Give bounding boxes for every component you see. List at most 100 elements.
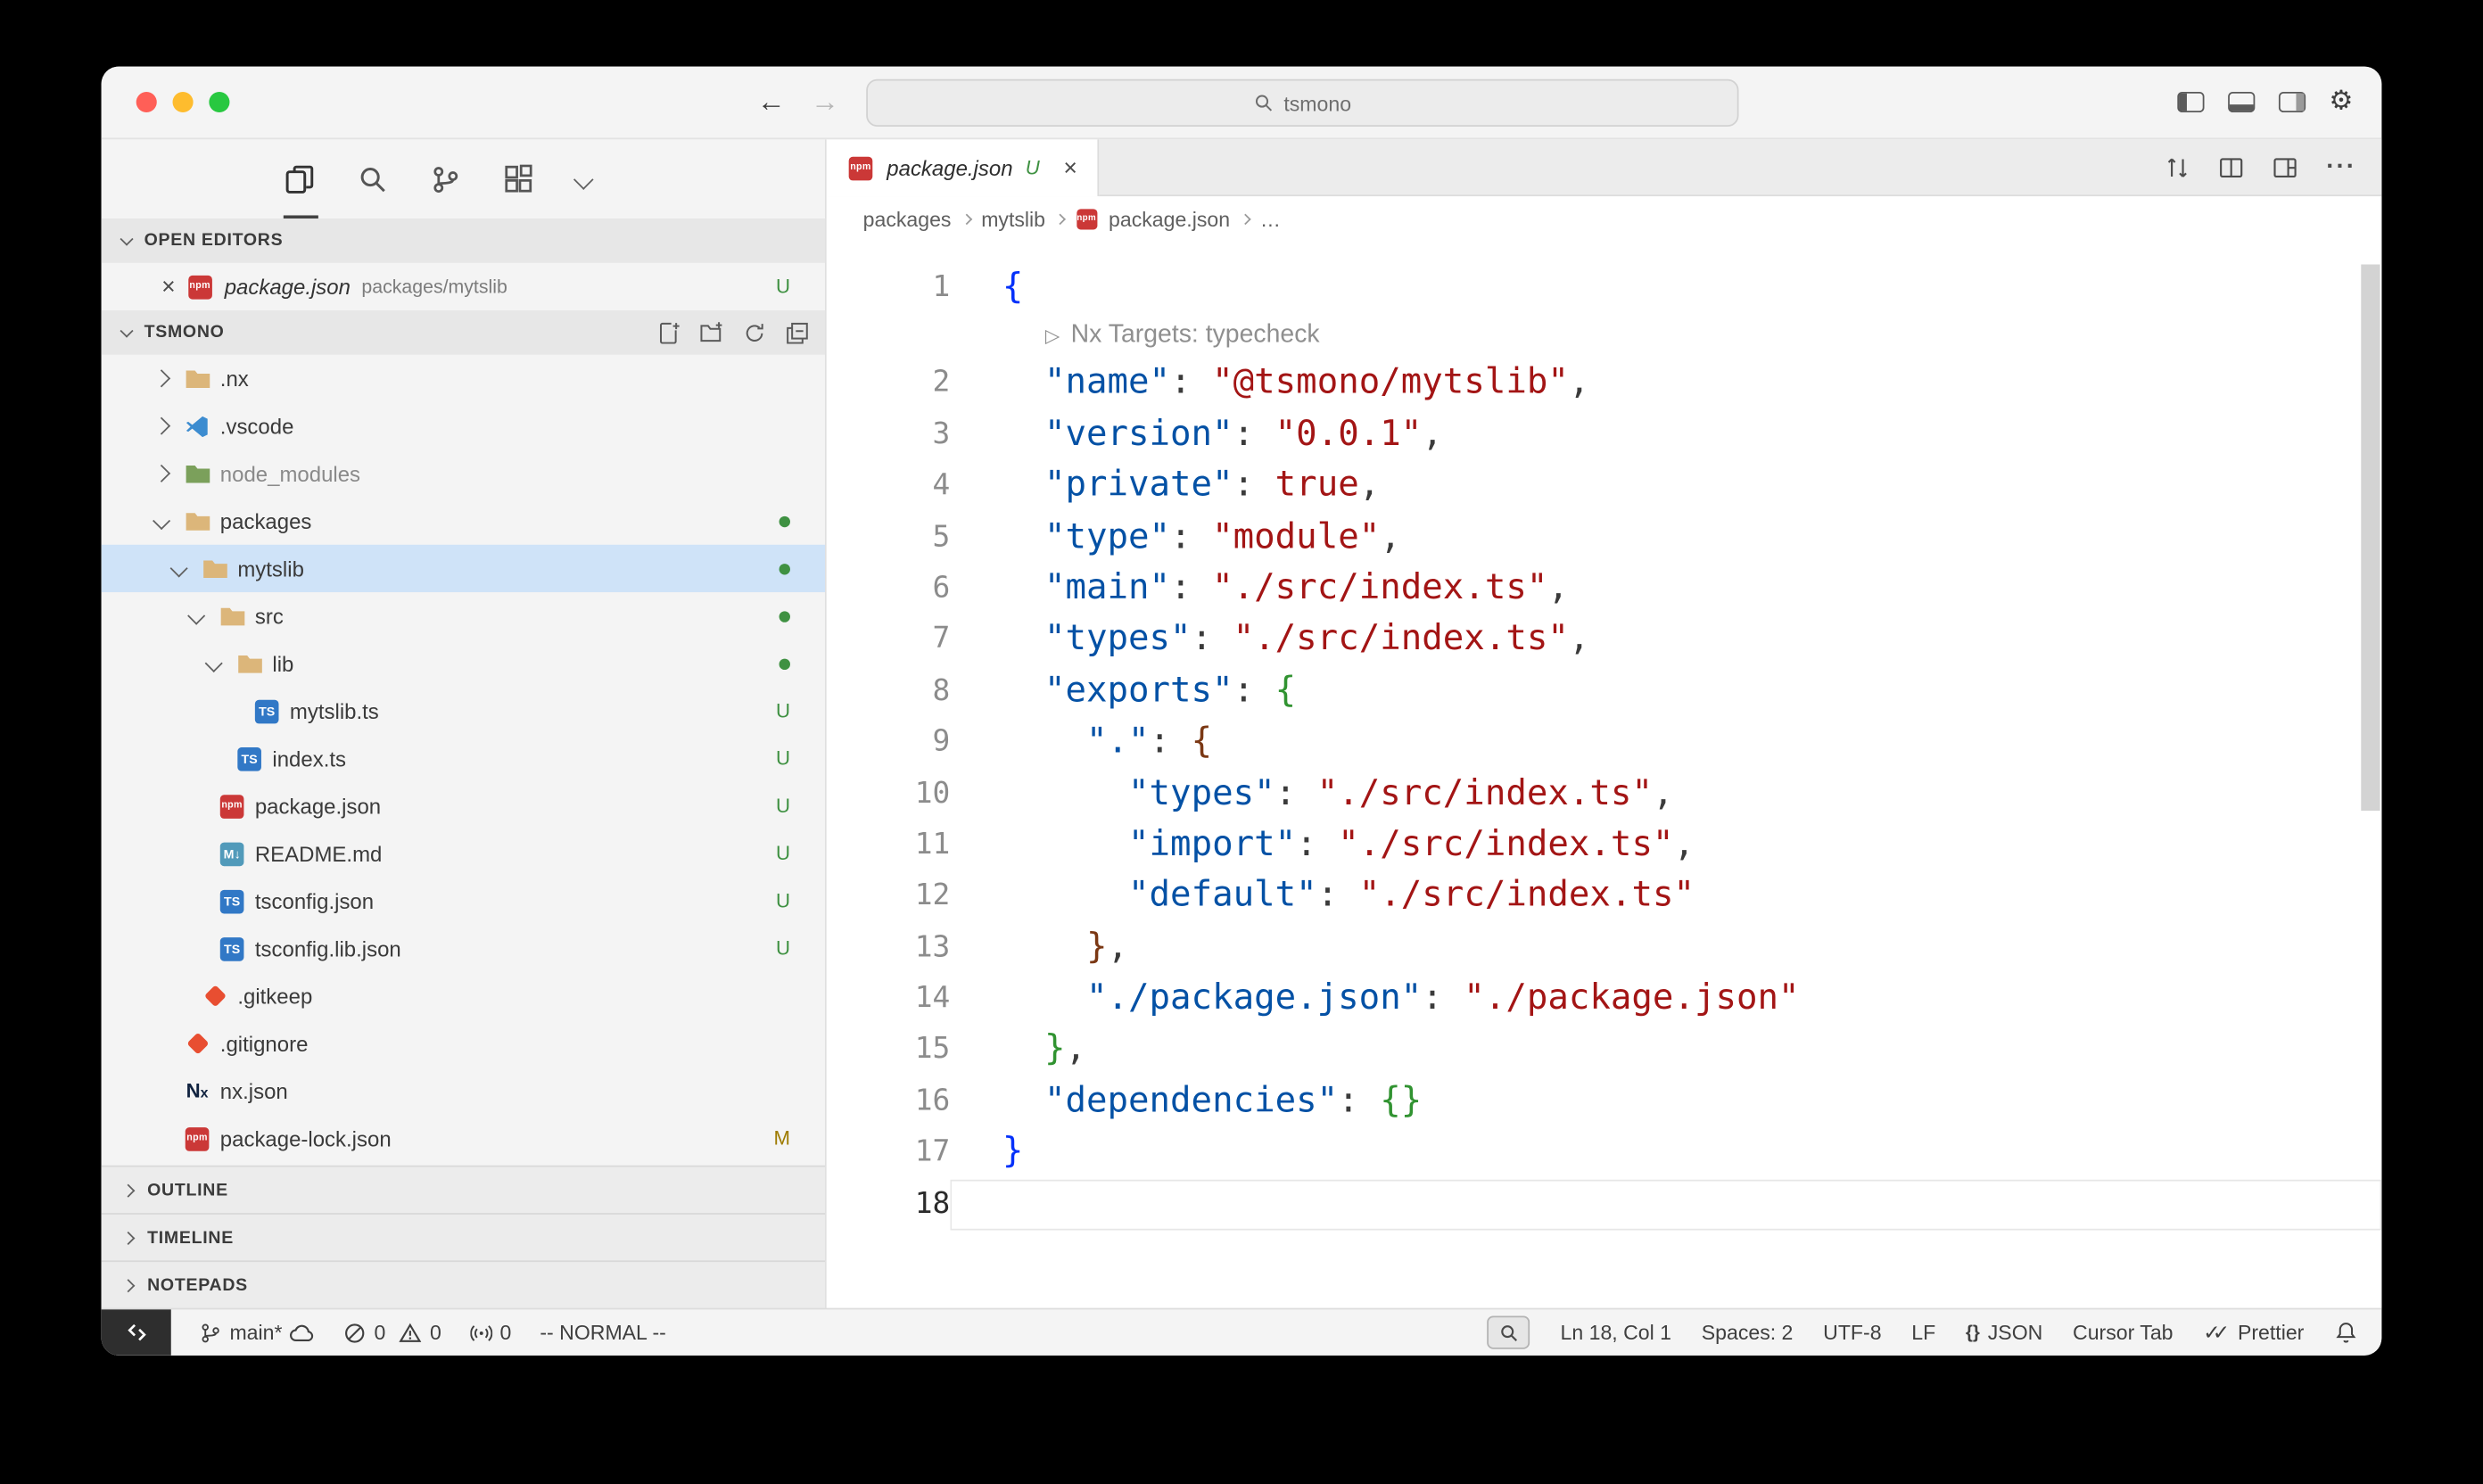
code-line-14[interactable]: 14 "./package.json": "./package.json" <box>827 974 2382 1026</box>
code-line-9[interactable]: 9 ".": { <box>827 718 2382 770</box>
code-line-6[interactable]: 6 "main": "./src/index.ts", <box>827 564 2382 615</box>
code-line-10[interactable]: 10 "types": "./src/index.ts", <box>827 769 2382 820</box>
open-editors-header[interactable]: OPEN EDITORS <box>102 218 825 263</box>
scrollbar-thumb[interactable] <box>2361 265 2380 812</box>
breadcrumb-symbol[interactable]: … <box>1260 207 1281 231</box>
settings-gear-icon[interactable]: ⚙ <box>2329 88 2353 115</box>
code-editor[interactable]: 1{▷Nx Targets: typecheck2 "name": "@tsmo… <box>827 241 2382 1308</box>
more-actions-icon[interactable]: ··· <box>2326 153 2356 181</box>
tree-item-nx.json[interactable]: Nxnx.json <box>102 1068 825 1115</box>
source-control-view-icon[interactable] <box>431 139 461 218</box>
refresh-icon[interactable] <box>743 321 767 345</box>
breadcrumb-mytslib[interactable]: mytslib <box>981 207 1045 231</box>
notepads-section[interactable]: NOTEPADS <box>102 1260 825 1307</box>
tree-item-.gitkeep[interactable]: .gitkeep <box>102 972 825 1019</box>
npm-file-icon: npm <box>1076 206 1098 231</box>
extensions-view-icon[interactable] <box>504 139 534 218</box>
tree-item-.nx[interactable]: .nx <box>102 355 825 402</box>
tree-item-tsconfig.lib.json[interactable]: TStsconfig.lib.jsonU <box>102 925 825 972</box>
tree-item-package-lock.json[interactable]: npmpackage-lock.jsonM <box>102 1115 825 1162</box>
close-editor-icon[interactable]: × <box>161 275 176 299</box>
zoom-window-button[interactable] <box>209 92 229 112</box>
back-button[interactable]: ← <box>757 86 786 119</box>
chevron-right-icon <box>121 1183 135 1197</box>
more-views-chevron-icon[interactable] <box>576 139 590 218</box>
tree-item-packages[interactable]: packages <box>102 498 825 545</box>
search-view-icon[interactable] <box>358 139 388 218</box>
tree-item-node_modules[interactable]: node_modules <box>102 449 825 497</box>
code-line-16[interactable]: 16 "dependencies": {} <box>827 1076 2382 1128</box>
language-mode[interactable]: {} JSON <box>1966 1321 2042 1345</box>
customize-layout-icon[interactable] <box>2273 154 2297 179</box>
git-branch-status[interactable]: main* <box>200 1321 316 1345</box>
toggle-primary-sidebar-icon[interactable] <box>2177 92 2204 112</box>
encoding-status[interactable]: UTF-8 <box>1823 1321 1881 1345</box>
code-line-17[interactable]: 17} <box>827 1128 2382 1180</box>
code-line-11[interactable]: 11 "import": "./src/index.ts", <box>827 820 2382 872</box>
open-changes-icon[interactable] <box>2165 154 2190 179</box>
formatter-status[interactable]: ✓✓ Prettier <box>2203 1320 2304 1345</box>
chevron-right-icon <box>153 417 170 435</box>
code-line-3[interactable]: 3 "version": "0.0.1", <box>827 409 2382 461</box>
remote-icon <box>124 1321 148 1345</box>
code-line-2[interactable]: 2 "name": "@tsmono/mytslib", <box>827 359 2382 410</box>
indentation-status[interactable]: Spaces: 2 <box>1702 1321 1794 1345</box>
line-content: "dependencies": {} <box>950 1076 2381 1128</box>
codelens-nx-targets[interactable]: ▷Nx Targets: typecheck <box>827 314 2382 359</box>
ports-status[interactable]: 0 <box>470 1321 512 1345</box>
tree-item-mytslib[interactable]: mytslib <box>102 545 825 592</box>
tree-item-README.md[interactable]: M↓README.mdU <box>102 829 825 877</box>
tree-item-.vscode[interactable]: .vscode <box>102 402 825 449</box>
problems-status[interactable]: 0 0 <box>344 1321 441 1345</box>
tree-item-src[interactable]: src <box>102 592 825 639</box>
tree-item-lib[interactable]: lib <box>102 639 825 687</box>
remote-indicator[interactable] <box>102 1309 171 1355</box>
workspace-title: TSMONO <box>144 323 225 342</box>
tree-item-package.json[interactable]: npmpackage.jsonU <box>102 782 825 829</box>
zoom-indicator[interactable] <box>1488 1315 1530 1348</box>
cursor-tab-status[interactable]: Cursor Tab <box>2073 1321 2173 1345</box>
toggle-secondary-sidebar-icon[interactable] <box>2279 92 2306 112</box>
eol-status[interactable]: LF <box>1911 1321 1935 1345</box>
tree-item-mytslib.ts[interactable]: TSmytslib.tsU <box>102 688 825 735</box>
code-line-1[interactable]: 1{ <box>827 263 2382 315</box>
line-number: 1 <box>827 263 950 315</box>
code-line-18[interactable]: 18 <box>827 1179 2382 1231</box>
collapse-all-icon[interactable] <box>786 321 810 345</box>
new-folder-icon[interactable] <box>700 321 724 345</box>
code-line-12[interactable]: 12 "default": "./src/index.ts" <box>827 871 2382 923</box>
minimize-window-button[interactable] <box>173 92 194 112</box>
split-editor-icon[interactable] <box>2219 154 2244 179</box>
close-tab-icon[interactable]: × <box>1063 156 1077 180</box>
code-line-15[interactable]: 15 }, <box>827 1026 2382 1077</box>
explorer-section-header[interactable]: TSMONO <box>102 310 825 355</box>
code-line-5[interactable]: 5 "type": "module", <box>827 512 2382 564</box>
forward-button[interactable]: → <box>811 86 839 119</box>
expand-slot <box>149 467 174 480</box>
explorer-view-icon[interactable] <box>285 139 316 218</box>
code-line-7[interactable]: 7 "types": "./src/index.ts", <box>827 615 2382 667</box>
command-center-search[interactable]: tsmono <box>866 79 1738 127</box>
tab-package-json[interactable]: npm package.json U × <box>827 139 1100 196</box>
tab-title: package.json <box>887 156 1012 180</box>
notifications-bell[interactable] <box>2334 1321 2358 1345</box>
outline-section[interactable]: OUTLINE <box>102 1166 825 1213</box>
tree-item-.gitignore[interactable]: .gitignore <box>102 1019 825 1067</box>
open-editor-item[interactable]: × npm package.json packages/mytslib U <box>102 263 825 310</box>
code-line-13[interactable]: 13 }, <box>827 923 2382 975</box>
breadcrumb-file[interactable]: package.json <box>1109 207 1230 231</box>
new-file-icon[interactable] <box>657 321 681 345</box>
tree-item-tsconfig.json[interactable]: TStsconfig.jsonU <box>102 878 825 925</box>
breadcrumb-packages[interactable]: packages <box>863 207 952 231</box>
code-line-8[interactable]: 8 "exports": { <box>827 666 2382 718</box>
tree-item-index.ts[interactable]: TSindex.tsU <box>102 735 825 782</box>
code-line-4[interactable]: 4 "private": true, <box>827 461 2382 513</box>
chevron-down-icon <box>120 325 134 338</box>
folder-icon <box>236 651 263 676</box>
close-window-button[interactable] <box>136 92 157 112</box>
timeline-section[interactable]: TIMELINE <box>102 1213 825 1260</box>
cursor-position[interactable]: Ln 18, Col 1 <box>1561 1321 1671 1345</box>
vim-mode-indicator[interactable]: -- NORMAL -- <box>540 1321 665 1345</box>
toggle-panel-icon[interactable] <box>2228 92 2255 112</box>
expand-slot <box>184 610 209 622</box>
